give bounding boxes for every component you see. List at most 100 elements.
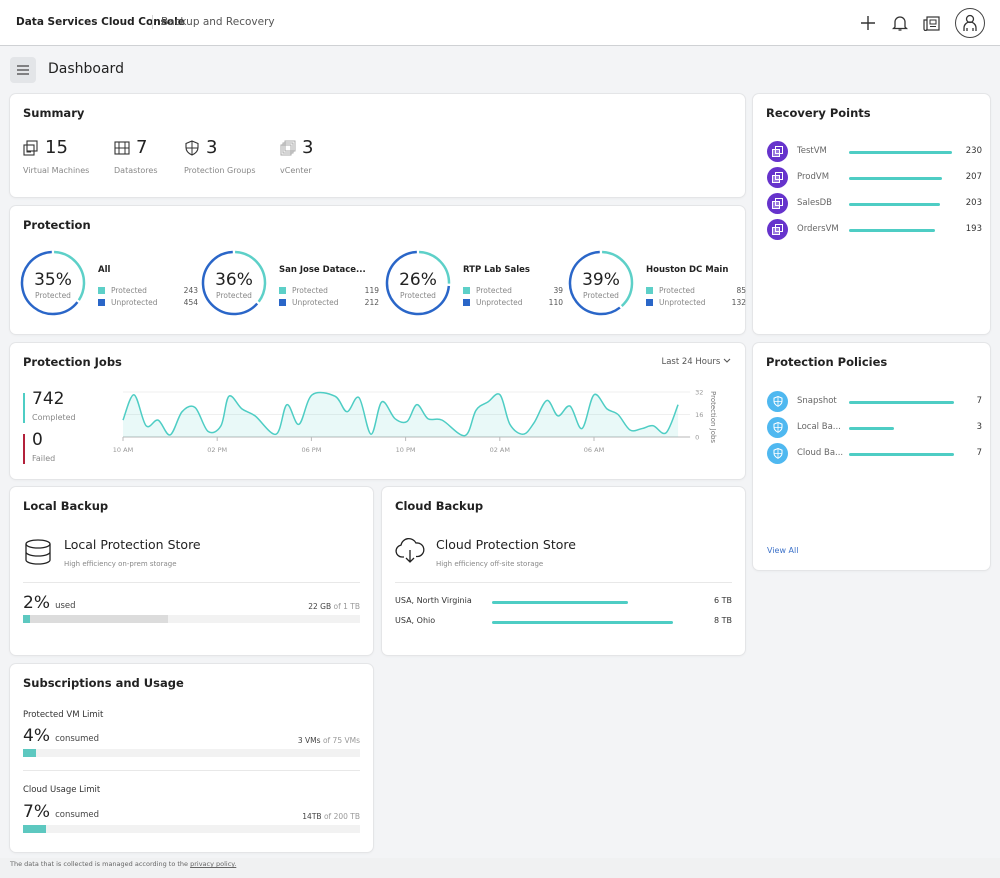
- total-amount: of 200 TB: [323, 812, 360, 821]
- user-avatar-icon[interactable]: [955, 8, 985, 38]
- list-item[interactable]: TestVM 230: [767, 141, 982, 163]
- subscriptions-title: Subscriptions and Usage: [23, 676, 184, 690]
- datastore-icon: [114, 141, 130, 155]
- protection-group[interactable]: 35% Protected All Protected 243 Unprotect…: [20, 250, 200, 320]
- percent-value: 4%: [23, 726, 50, 746]
- cloud-store-title[interactable]: Cloud Protection Store: [436, 537, 576, 552]
- plus-icon[interactable]: [857, 12, 879, 34]
- cloud-region-row[interactable]: USA, North Virginia 6 TB: [395, 596, 732, 610]
- news-icon[interactable]: [920, 12, 942, 34]
- item-value: 193: [965, 224, 982, 234]
- page-title: Dashboard: [48, 61, 124, 77]
- used-amount: 22 GB: [308, 602, 332, 611]
- vm-limit-label: Protected VM Limit: [23, 710, 104, 720]
- cloud-backup-title: Cloud Backup: [395, 499, 484, 513]
- item-value: 3: [976, 422, 982, 432]
- summary-card: Summary 15 Virtual Machines 7 Datastores…: [10, 94, 745, 197]
- shield-icon: [767, 443, 788, 464]
- legend-value: 119: [364, 286, 379, 295]
- hamburger-icon[interactable]: [10, 57, 36, 83]
- x-tick-label: 10 AM: [113, 446, 133, 454]
- list-item[interactable]: SalesDB 203: [767, 193, 982, 215]
- region-bar: [492, 621, 673, 624]
- bell-icon[interactable]: [889, 12, 911, 34]
- region-bar: [492, 601, 628, 604]
- shield-icon: [767, 391, 788, 412]
- item-name: OrdersVM: [797, 224, 839, 234]
- summary-vcenter[interactable]: 3 vCenter: [280, 137, 313, 175]
- legend-value: 132: [731, 298, 746, 307]
- local-store-title[interactable]: Local Protection Store: [64, 537, 201, 552]
- item-bar: [849, 151, 952, 154]
- virtual-machine-icon: [23, 140, 38, 156]
- legend-value: 212: [364, 298, 379, 307]
- local-usage-track: [23, 615, 360, 623]
- list-item[interactable]: OrdersVM 193: [767, 219, 982, 241]
- legend-label: Protected: [111, 286, 147, 295]
- legend-value: 243: [183, 286, 198, 295]
- local-backup-title: Local Backup: [23, 499, 109, 513]
- recovery-points-title: Recovery Points: [766, 106, 871, 120]
- protection-group[interactable]: 26% Protected RTP Lab Sales Protected 39 …: [385, 250, 565, 320]
- legend-swatch: [646, 299, 653, 306]
- protection-group-name: Houston DC Main: [646, 265, 729, 275]
- list-item[interactable]: Local Ba... 3: [767, 417, 982, 439]
- summary-protection-groups[interactable]: 3 Protection Groups: [184, 137, 256, 175]
- view-all-link[interactable]: View All: [767, 546, 798, 555]
- protection-group-name: San Jose Datace...: [279, 265, 366, 275]
- brand-separator: [152, 15, 153, 29]
- x-tick-label: 02 PM: [207, 446, 227, 454]
- total-amount: of 75 VMs: [322, 736, 360, 745]
- protection-percent: 26%: [399, 270, 437, 290]
- legend-swatch: [98, 299, 105, 306]
- legend-swatch: [279, 299, 286, 306]
- summary-value: 15: [45, 137, 68, 158]
- cloud-limit-percent: 7% consumed: [23, 802, 99, 822]
- item-value: 203: [965, 198, 982, 208]
- failed-count: 0: [32, 430, 43, 450]
- x-tick-label: 06 AM: [584, 446, 604, 454]
- footer: The data that is collected is managed ac…: [0, 858, 1000, 878]
- local-usage-note: 22 GB of 1 TB: [308, 602, 360, 611]
- y-tick-label: 32: [695, 389, 703, 397]
- item-value: 7: [976, 396, 982, 406]
- page-header: Dashboard: [0, 47, 1000, 91]
- summary-datastores[interactable]: 7 Datastores: [114, 137, 158, 175]
- protection-group[interactable]: 36% Protected San Jose Datace... Protect…: [201, 250, 381, 320]
- y-tick-label: 0: [695, 434, 699, 442]
- subscriptions-card: Subscriptions and Usage Protected VM Lim…: [10, 664, 373, 852]
- divider: [395, 582, 732, 583]
- protection-policies-title: Protection Policies: [766, 355, 888, 369]
- percent-value: 2%: [23, 593, 50, 613]
- protection-group[interactable]: 39% Protected Houston DC Main Protected 8…: [568, 250, 748, 320]
- list-item[interactable]: Cloud Ba... 7: [767, 443, 982, 465]
- y-tick-label: 16: [695, 411, 703, 419]
- cloud-region-row[interactable]: USA, Ohio 8 TB: [395, 616, 732, 630]
- failed-indicator: [23, 434, 25, 464]
- summary-label: Virtual Machines: [23, 166, 90, 175]
- virtual-machine-icon: [767, 193, 788, 214]
- brand-name[interactable]: Data Services Cloud Console: [16, 16, 185, 28]
- legend-label: Protected: [292, 286, 328, 295]
- x-tick-label: 06 PM: [301, 446, 321, 454]
- protection-group-name: All: [98, 265, 111, 275]
- divider: [23, 770, 360, 771]
- summary-virtual-machines[interactable]: 15 Virtual Machines: [23, 137, 89, 175]
- item-name: Local Ba...: [797, 422, 841, 432]
- list-item[interactable]: ProdVM 207: [767, 167, 982, 189]
- vm-limit-track: [23, 749, 360, 757]
- completed-label: Completed: [32, 413, 76, 422]
- cloud-backup-card: Cloud Backup Cloud Protection Store High…: [382, 487, 745, 655]
- legend-swatch: [98, 287, 105, 294]
- summary-value: 3: [206, 137, 218, 158]
- summary-value: 7: [136, 137, 148, 158]
- summary-value: 3: [302, 137, 314, 158]
- app-name[interactable]: Backup and Recovery: [161, 16, 275, 28]
- privacy-policy-link[interactable]: privacy policy.: [190, 860, 236, 868]
- protection-policies-card: Protection Policies Snapshot 7 Local Ba.…: [753, 343, 990, 570]
- region-value: 8 TB: [713, 616, 732, 625]
- legend-label: Protected: [476, 286, 512, 295]
- local-usage-percent: 2% used: [23, 593, 76, 613]
- list-item[interactable]: Snapshot 7: [767, 391, 982, 413]
- item-bar: [849, 401, 954, 404]
